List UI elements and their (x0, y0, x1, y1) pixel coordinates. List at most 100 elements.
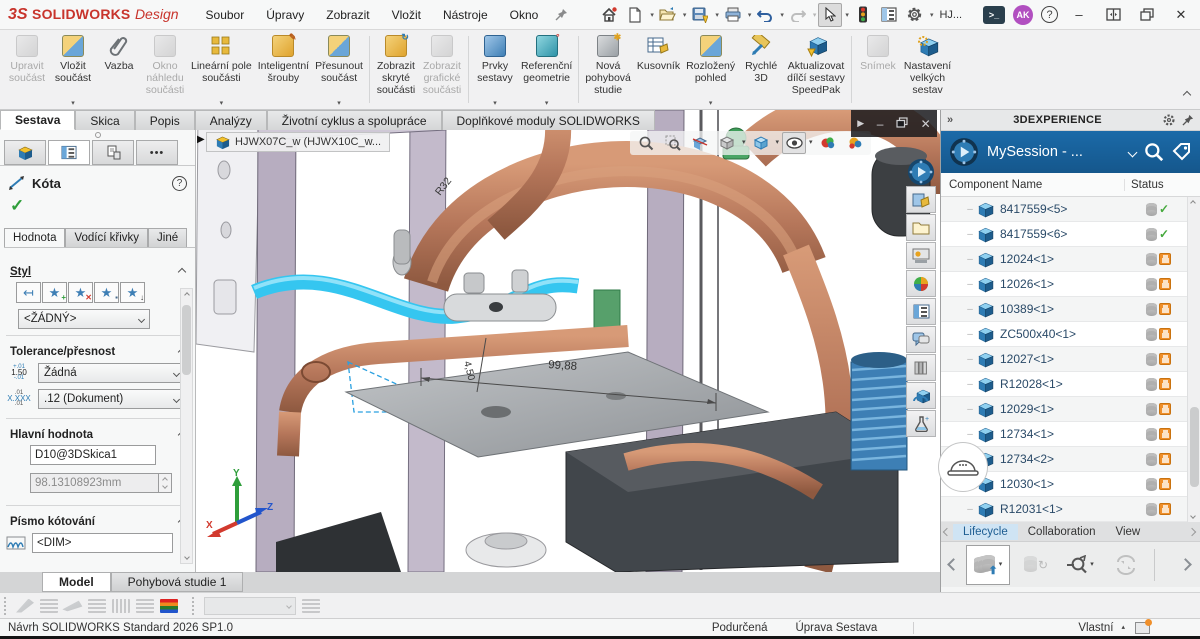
component-row[interactable]: –10389<1> (941, 297, 1200, 322)
rebuild-traffic-light-icon[interactable] (851, 3, 875, 27)
delete-style-icon[interactable]: ★✕ (68, 282, 93, 303)
assistant-hardhat-icon[interactable] (938, 442, 988, 492)
tab-collaboration[interactable]: Collaboration (1018, 524, 1106, 540)
component-row[interactable]: –R12028<1> (941, 372, 1200, 397)
tab-skica[interactable]: Skica (75, 110, 134, 130)
console-icon[interactable]: >_ (983, 6, 1005, 24)
component-row[interactable]: –12029<1> (941, 397, 1200, 422)
forum-icon[interactable] (906, 326, 936, 353)
dimension-name-input[interactable] (30, 445, 156, 465)
panel-splitter-handle[interactable] (0, 130, 195, 140)
ribbon-mate[interactable]: Vazba (96, 30, 142, 109)
open-dropdown[interactable]: ▾ (683, 11, 687, 19)
more-tabs-button[interactable]: ••• (136, 140, 178, 165)
split-view-button[interactable] (1100, 3, 1126, 27)
undo-dropdown[interactable]: ▾ (780, 11, 784, 19)
component-row[interactable]: –8417559<6>✓ (941, 222, 1200, 247)
tabs-scroll-right-icon[interactable] (1188, 527, 1196, 535)
panel-pin-icon[interactable] (1182, 114, 1194, 126)
menu-okno[interactable]: Okno (499, 0, 550, 30)
tab-zivotni-cyklus[interactable]: Životní cyklus a spolupráce (267, 110, 442, 130)
doc-restore-button[interactable] (896, 117, 908, 131)
menu-upravy[interactable]: Úpravy (255, 0, 315, 30)
col-component-name[interactable]: Component Name (941, 179, 1124, 191)
display-style-icon[interactable] (749, 132, 773, 154)
view-orientation-dropdown[interactable]: ▾ (742, 140, 746, 146)
ribbon-assembly-features[interactable]: Prvky sestavy ▾ (472, 30, 518, 109)
save-icon[interactable] (688, 3, 712, 27)
view-palette-icon[interactable] (906, 242, 936, 269)
dexperience-compass-icon[interactable] (906, 158, 936, 185)
precision-select[interactable]: .12 (Dokument) (38, 389, 185, 409)
session-label[interactable]: HJ... (939, 9, 962, 21)
ribbon-reference-geometry[interactable]: ° Referenční geometrie ▾ (518, 30, 575, 109)
menu-zobrazit[interactable]: Zobrazit (315, 0, 380, 30)
col-status[interactable]: Status (1124, 179, 1200, 191)
toolbar-grip[interactable] (4, 597, 8, 615)
dimension-text-section-header[interactable]: Písmo kótování (0, 512, 195, 530)
status-units[interactable]: Vlastní (1078, 622, 1113, 634)
file-explorer-icon[interactable] (906, 214, 936, 241)
menu-vlozit[interactable]: Vložit (381, 0, 432, 30)
tab-lifecycle[interactable]: Lifecycle (953, 524, 1018, 540)
custom-properties-icon[interactable] (906, 298, 936, 325)
menu-nastroje[interactable]: Nástroje (432, 0, 499, 30)
assembly-features-dropdown[interactable]: ▾ (493, 99, 497, 107)
panel-scrollbar[interactable] (180, 288, 193, 564)
tab-sestava[interactable]: Sestava (0, 110, 75, 130)
user-avatar[interactable]: AK (1013, 5, 1033, 25)
style-select[interactable]: <ŽÁDNÝ> (18, 309, 150, 329)
tab-vodici-krivky[interactable]: Vodící křivky (65, 228, 148, 247)
task-manager-icon[interactable] (877, 3, 901, 27)
appearances-icon[interactable] (906, 270, 936, 297)
status-doc-icon[interactable] (1135, 622, 1150, 634)
units-dropdown-icon[interactable]: ▴ (1121, 625, 1125, 631)
heat-exchanger[interactable] (851, 352, 907, 470)
select-dropdown[interactable]: ▾ (845, 11, 849, 19)
tabs-scroll-left-icon[interactable] (943, 527, 951, 535)
primary-value-section-header[interactable]: Hlavní hodnota (0, 425, 195, 443)
session-dropdown-icon[interactable] (1128, 147, 1138, 157)
model-canvas[interactable]: 99,88 4,50 R32 (196, 110, 940, 572)
close-button[interactable]: ✕ (1168, 3, 1194, 27)
green-valve[interactable] (594, 290, 620, 332)
select-cursor-icon[interactable] (818, 3, 842, 27)
tab-analyzy[interactable]: Analýzy (195, 110, 267, 130)
save-dropdown[interactable]: ▾ (715, 11, 719, 19)
component-row[interactable]: –12734<1> (941, 422, 1200, 447)
ribbon-new-motion-study[interactable]: ✱ Nová pohybová studie (582, 30, 634, 109)
edit-appearance-icon[interactable] (816, 132, 840, 154)
print-icon[interactable] (721, 3, 745, 27)
zoom-area-icon[interactable] (661, 132, 685, 154)
tab-view[interactable]: View (1106, 524, 1151, 540)
toolbox-sync-icon[interactable] (906, 382, 936, 409)
hide-show-items-icon[interactable] (782, 132, 806, 154)
component-row[interactable]: –12024<1> (941, 247, 1200, 272)
tab-doplnkove-moduly[interactable]: Doplňkové moduly SOLIDWORKS (442, 110, 655, 130)
add-style-icon[interactable]: ★+ (42, 282, 67, 303)
pin-menu-icon[interactable] (549, 3, 573, 27)
ribbon-update-speedpak[interactable]: Aktualizovat dílčí sestavy SpeedPak (784, 30, 848, 109)
reference-geometry-dropdown[interactable]: ▾ (545, 99, 549, 107)
design-library-icon[interactable] (906, 186, 936, 213)
new-document-dropdown[interactable]: ▾ (650, 11, 654, 19)
restore-button[interactable] (1134, 3, 1160, 27)
tab-popis[interactable]: Popis (135, 110, 195, 130)
save-to-platform-button[interactable]: ⬆ ▾ (966, 545, 1010, 585)
ribbon-large-assembly-settings[interactable]: Nastavení velkých sestav (901, 30, 954, 109)
section-view-icon[interactable] (688, 132, 712, 154)
component-row[interactable]: –8417559<5>✓ (941, 197, 1200, 222)
dimension-main-label[interactable]: 99,88 (548, 359, 578, 373)
propertymanager-tab[interactable] (48, 140, 90, 165)
tab-jine[interactable]: Jiné (148, 228, 187, 247)
load-style-icon[interactable]: ↤ (16, 282, 41, 303)
tolerance-section-header[interactable]: Tolerance/přesnost (0, 342, 195, 360)
spinner-arrows[interactable] (158, 473, 172, 493)
tag-icon[interactable] (1172, 143, 1192, 161)
ribbon-show-hidden[interactable]: ↻ Zobrazit skryté součásti (373, 30, 419, 109)
graphics-area[interactable]: 99,88 4,50 R32 (196, 110, 940, 572)
ribbon-collapse-button[interactable] (1174, 79, 1200, 109)
display-style-dropdown[interactable]: ▾ (776, 140, 780, 146)
featuremanager-flyout-icon[interactable]: ▶ (197, 134, 205, 145)
minimize-button[interactable]: – (1066, 3, 1092, 27)
